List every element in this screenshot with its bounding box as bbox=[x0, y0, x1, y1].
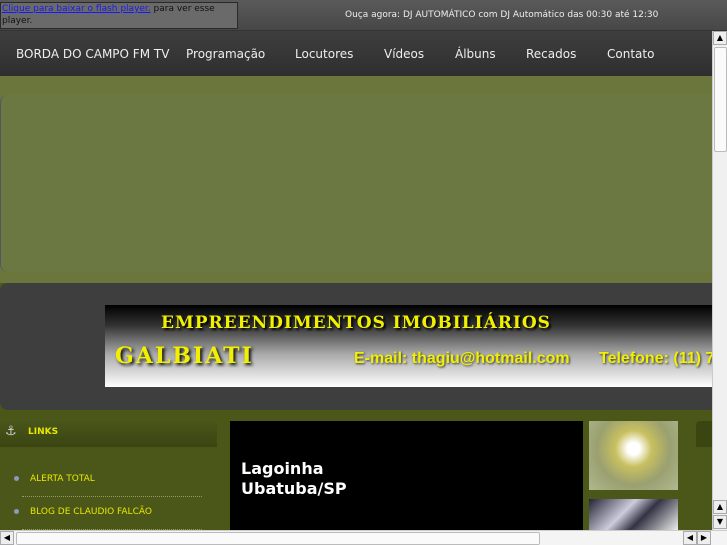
feature-slide[interactable]: Lagoinha Ubatuba/SP bbox=[230, 421, 583, 530]
side-box-header bbox=[696, 421, 712, 447]
banner-email: E-mail: thagiu@hotmail.com bbox=[354, 350, 570, 367]
links-title: LINKS bbox=[28, 427, 59, 437]
bullet-icon bbox=[14, 476, 19, 481]
bullet-icon bbox=[14, 509, 19, 514]
flash-notice: Clique para baixar o flash player. para … bbox=[0, 2, 238, 29]
divider bbox=[22, 496, 202, 497]
ad-banner[interactable]: EMPREENDIMENTOS IMOBILIÁRIOS GALBIATI E-… bbox=[105, 305, 712, 387]
vertical-scrollbar[interactable]: ▲ ▲ ▼ bbox=[712, 31, 727, 530]
feature-title-1: Lagoinha bbox=[241, 459, 324, 478]
nav-locutores[interactable]: Locutores bbox=[295, 47, 353, 61]
player-area bbox=[0, 95, 712, 272]
vertical-scroll-thumb[interactable] bbox=[714, 47, 727, 152]
scroll-right-icon[interactable]: ▶ bbox=[697, 531, 711, 545]
main-nav: BORDA DO CAMPO FM TV Programação Locutor… bbox=[0, 31, 712, 76]
horizontal-scrollbar[interactable]: ◀ ◀ ▶ bbox=[0, 530, 727, 545]
nav-recados[interactable]: Recados bbox=[526, 47, 576, 61]
horizontal-scroll-thumb[interactable] bbox=[16, 532, 540, 545]
scroll-down-icon[interactable]: ▼ bbox=[713, 515, 727, 529]
banner-phone: Telefone: (11) 7 bbox=[599, 350, 712, 367]
nav-contato[interactable]: Contato bbox=[607, 47, 654, 61]
banner-name: GALBIATI bbox=[115, 343, 254, 369]
nav-programacao[interactable]: Programação bbox=[186, 47, 265, 61]
thumbnail-image[interactable] bbox=[589, 421, 678, 490]
nav-videos[interactable]: Vídeos bbox=[384, 47, 424, 61]
link-label[interactable]: ALERTA TOTAL bbox=[30, 474, 95, 484]
scroll-up-icon[interactable]: ▲ bbox=[713, 31, 727, 45]
scroll-up-icon[interactable]: ▲ bbox=[713, 500, 727, 514]
flash-download-link[interactable]: Clique para baixar o flash player. bbox=[2, 4, 151, 14]
link-item[interactable]: ALERTA TOTAL bbox=[14, 474, 95, 484]
nav-albuns[interactable]: Álbuns bbox=[455, 47, 496, 61]
link-item[interactable]: BLOG DE CLAUDIO FALCÃO bbox=[14, 507, 152, 517]
anchor-icon: ⚓ bbox=[5, 424, 17, 439]
links-header: ⚓ LINKS bbox=[0, 421, 217, 447]
link-label[interactable]: BLOG DE CLAUDIO FALCÃO bbox=[30, 507, 152, 517]
top-bar: Clique para baixar o flash player. para … bbox=[0, 0, 727, 31]
banner-title: EMPREENDIMENTOS IMOBILIÁRIOS bbox=[161, 313, 551, 333]
scroll-left-icon[interactable]: ◀ bbox=[0, 531, 14, 545]
now-playing: Ouça agora: DJ AUTOMÁTICO com DJ Automát… bbox=[345, 10, 659, 20]
nav-home[interactable]: BORDA DO CAMPO FM TV bbox=[16, 47, 169, 61]
scroll-left-icon[interactable]: ◀ bbox=[683, 531, 697, 545]
feature-title-2: Ubatuba/SP bbox=[241, 479, 347, 498]
thumbnail-image[interactable] bbox=[589, 499, 678, 530]
